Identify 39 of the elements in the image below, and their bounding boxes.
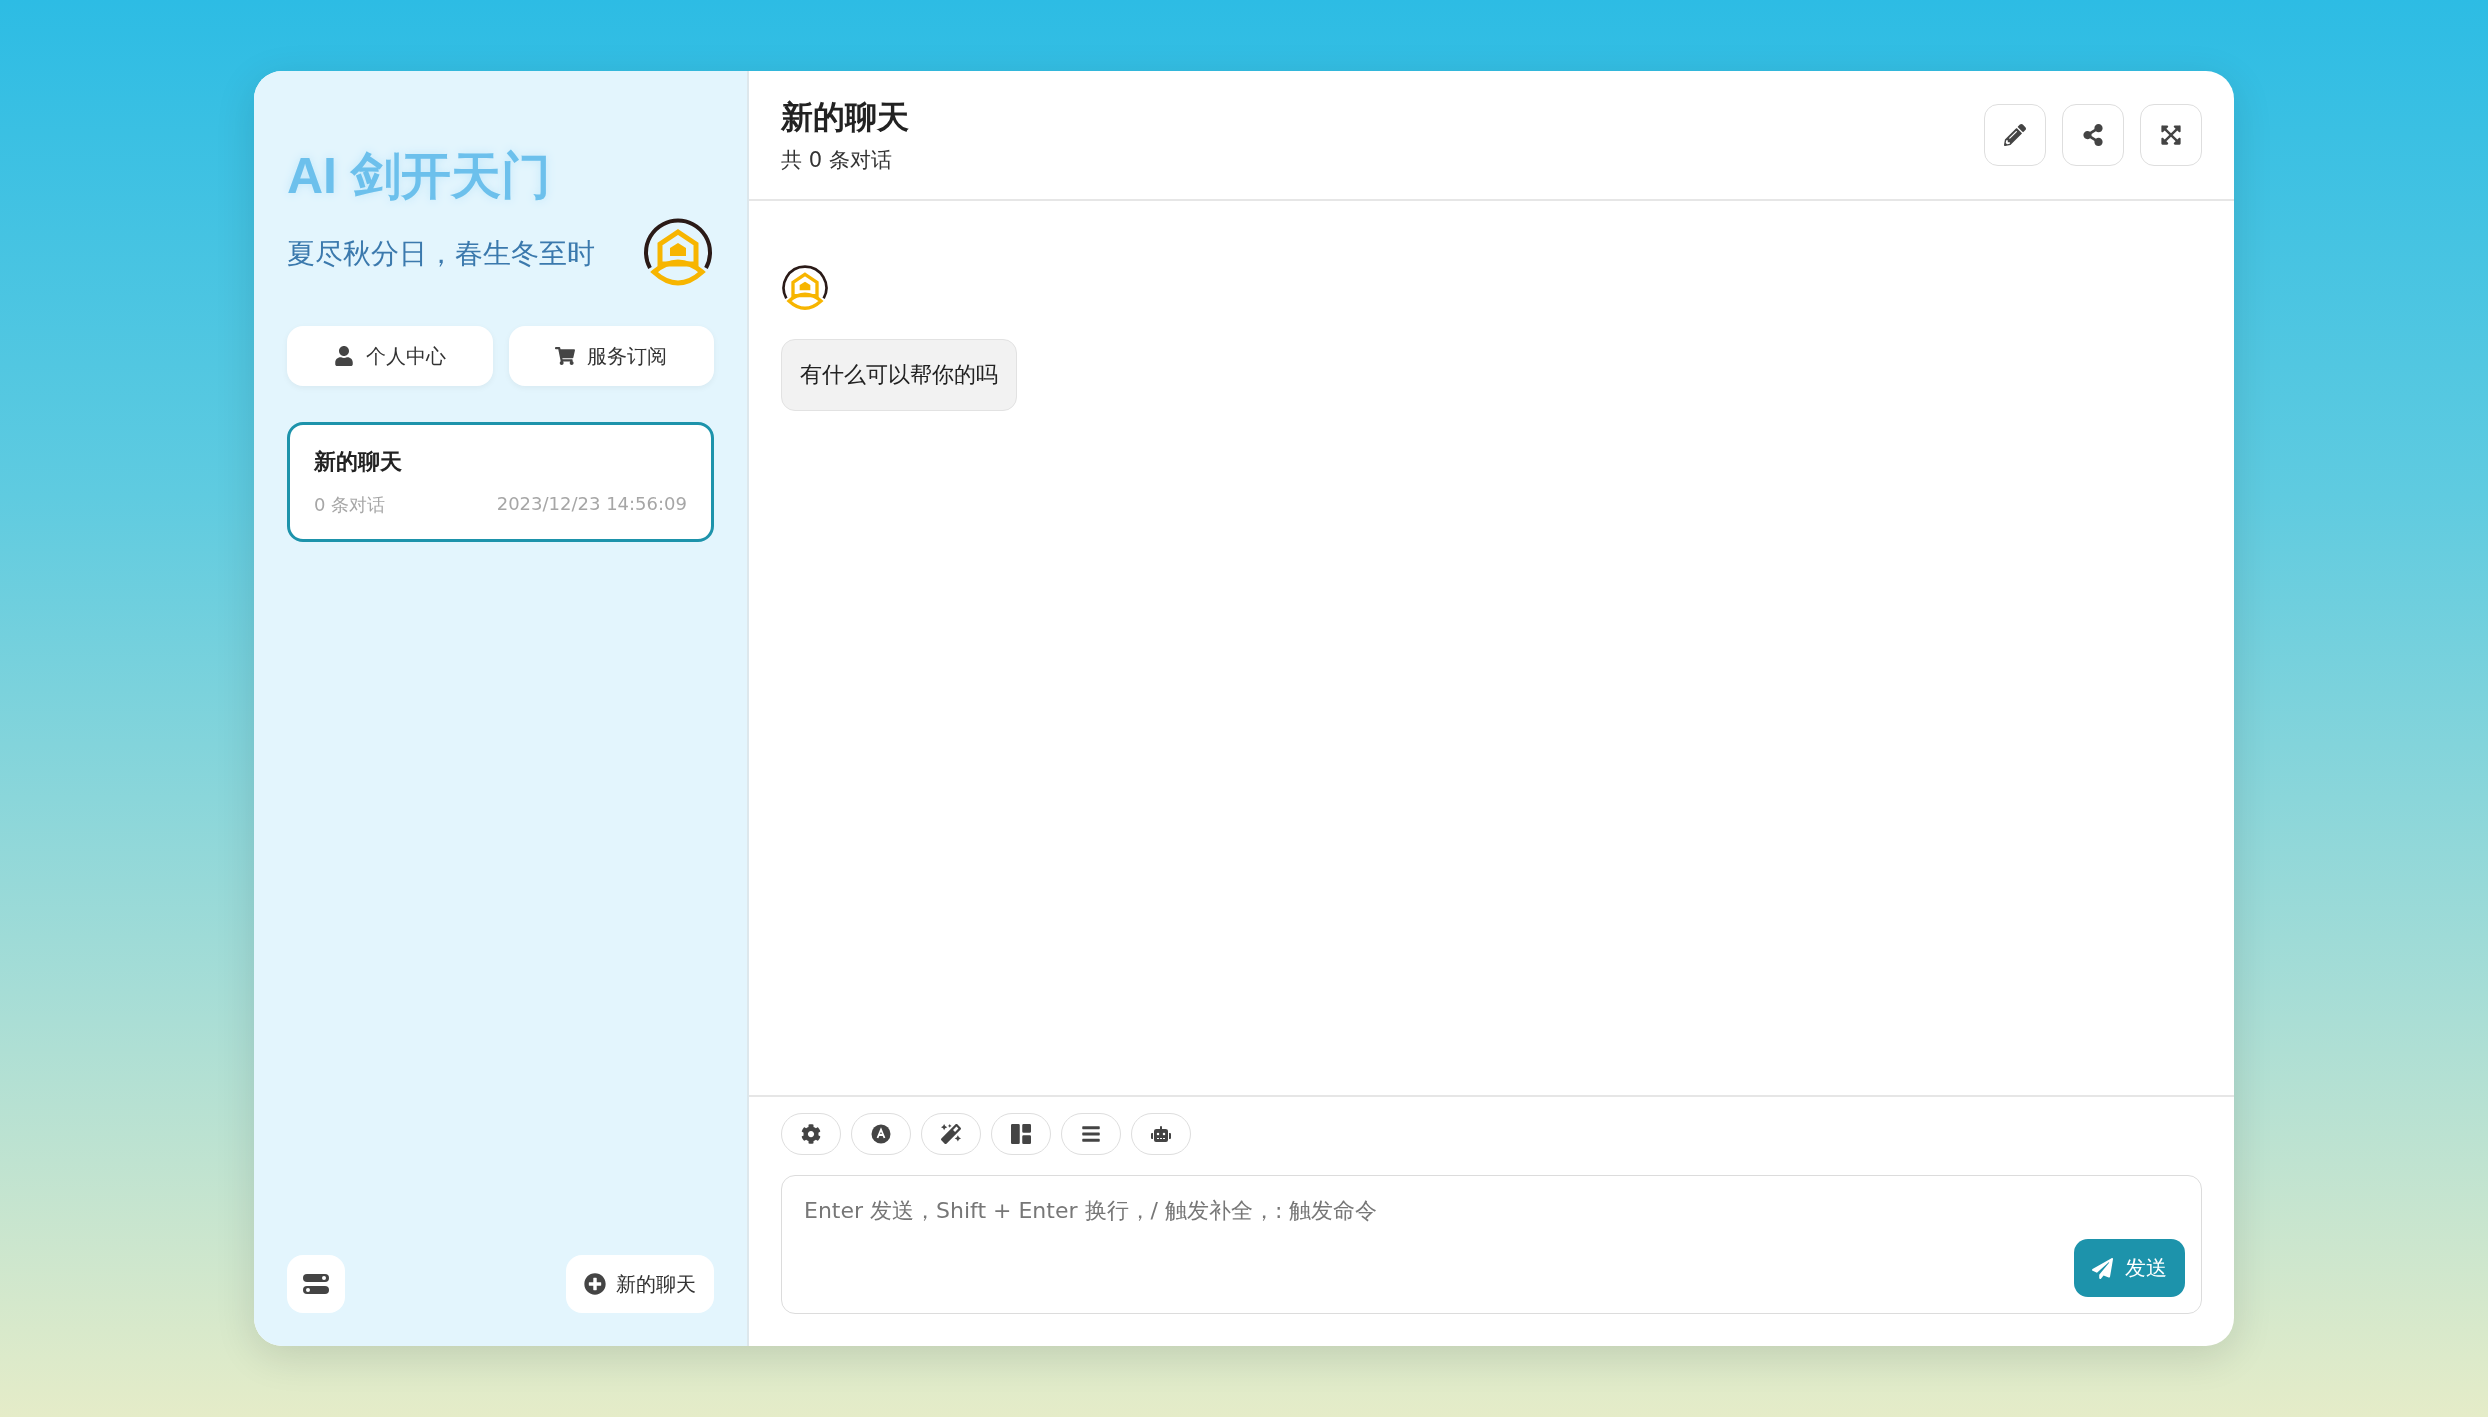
message-input[interactable]: Enter 发送，Shift + Enter 换行，/ 触发补全，: 触发命令 发送	[781, 1175, 2202, 1314]
app-slogan: 夏尽秋分日，春生冬至时	[287, 236, 595, 272]
edit-button[interactable]	[1984, 104, 2046, 166]
chat-session-item[interactable]: 新的聊天 0 条对话 2023/12/23 14:56:09	[287, 422, 714, 542]
fullscreen-button[interactable]	[2140, 104, 2202, 166]
toggle-icon	[303, 1273, 329, 1295]
session-time: 2023/12/23 14:56:09	[496, 493, 687, 516]
message-count: 0 条对话	[314, 493, 386, 517]
user-icon	[333, 346, 354, 366]
logo-icon	[781, 265, 829, 313]
share-icon	[2082, 124, 2104, 146]
letter-badge-icon	[871, 1124, 891, 1144]
settings-button[interactable]	[781, 1113, 841, 1155]
message-bubble: 有什么可以帮你的吗	[781, 339, 1017, 411]
settings-icon	[801, 1124, 821, 1144]
profile-button[interactable]: 个人中心	[287, 326, 493, 386]
pencil-icon	[2004, 124, 2026, 146]
new-chat-button[interactable]: 新的聊天	[566, 1255, 714, 1313]
share-button[interactable]	[2062, 104, 2124, 166]
robot-icon	[1151, 1124, 1171, 1144]
app-title: AI 剑开天门	[287, 147, 552, 206]
grid-icon	[1011, 1124, 1031, 1144]
chat-subtitle: 共 0 条对话	[781, 147, 893, 174]
chat-title: 新的聊天	[781, 97, 909, 138]
expand-icon	[2160, 124, 2182, 146]
send-icon	[2092, 1257, 2113, 1279]
mask-button[interactable]	[921, 1113, 981, 1155]
send-button[interactable]: 发送	[2074, 1239, 2185, 1297]
stack-button[interactable]	[1061, 1113, 1121, 1155]
subscription-button[interactable]: 服务订阅	[508, 326, 714, 386]
prompt-button[interactable]	[851, 1113, 911, 1155]
apps-button[interactable]	[991, 1113, 1051, 1155]
plus-icon	[584, 1273, 606, 1295]
magic-wand-icon	[941, 1124, 961, 1144]
stack-icon	[1081, 1124, 1101, 1144]
settings-toggle-button[interactable]	[287, 1255, 345, 1313]
session-title: 新的聊天	[314, 448, 403, 476]
robot-button[interactable]	[1131, 1113, 1191, 1155]
cart-icon	[555, 346, 576, 366]
